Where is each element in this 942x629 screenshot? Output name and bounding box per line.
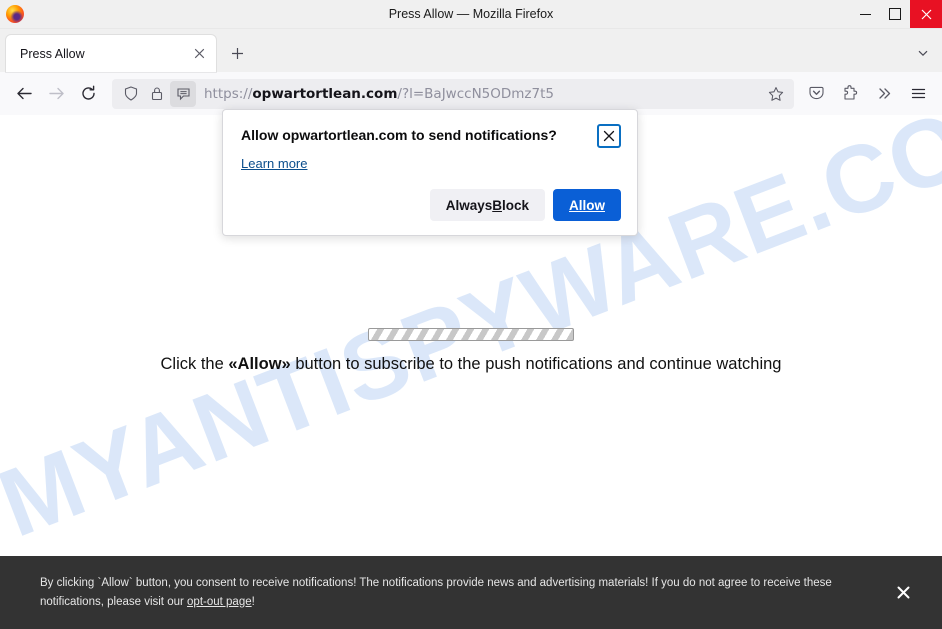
close-icon [921,9,931,19]
consent-text-part1: By clicking `Allow` button, you consent … [40,576,832,608]
maximize-icon [889,8,901,20]
arrow-left-icon [16,87,32,100]
tab-title: Press Allow [20,46,85,61]
site-identity-lock-button[interactable] [144,81,170,107]
reload-button[interactable] [72,78,104,110]
notification-permission-dialog: Allow opwartortlean.com to send notifica… [222,109,638,236]
star-icon [768,86,784,101]
instruction-text: Click the «Allow» button to subscribe to… [0,355,942,374]
instruction-highlight: «Allow» [228,355,291,373]
tracking-protection-shield-button[interactable] [118,81,144,107]
reload-icon [81,85,95,100]
window-controls [850,0,942,28]
maximize-button[interactable] [880,0,910,28]
tab-close-button[interactable] [188,43,210,65]
always-block-accesskey: B [492,197,502,213]
puzzle-piece-icon [843,85,857,100]
back-button[interactable] [8,78,40,110]
overflow-menu-button[interactable] [868,78,900,110]
toolbar-right-buttons [800,78,934,110]
pocket-icon [808,86,824,100]
dialog-title: Allow opwartortlean.com to send notifica… [241,127,557,143]
lock-icon [151,87,163,101]
consent-text-part2: ! [251,595,255,608]
chevron-down-icon [918,50,928,57]
dialog-header: Allow opwartortlean.com to send notifica… [241,124,621,148]
pocket-button[interactable] [800,78,832,110]
new-tab-button[interactable] [222,38,252,68]
close-icon [603,130,615,142]
close-icon [897,586,909,599]
notification-permission-button[interactable] [170,80,196,107]
bookmark-button[interactable] [762,80,790,108]
browser-tab[interactable]: Press Allow [6,35,216,72]
instruction-suffix: button to subscribe to the push notifica… [290,355,782,373]
dialog-actions: Always Block Allow [241,189,621,221]
forward-button[interactable] [40,78,72,110]
list-all-tabs-button[interactable] [908,38,938,68]
consent-banner: By clicking `Allow` button, you consent … [0,556,942,629]
striped-progress-bar-icon [368,328,574,341]
notification-bubble-icon [176,88,190,101]
shield-icon [124,86,138,101]
url-text: https://opwartortlean.com/?l=BaJwccN5ODm… [204,86,762,102]
instruction-prefix: Click the [160,355,229,373]
firefox-logo-icon [6,5,24,23]
minimize-button[interactable] [850,0,880,28]
consent-banner-close-button[interactable] [890,580,916,606]
dialog-close-button[interactable] [597,124,621,148]
arrow-right-icon [48,87,64,100]
double-chevron-right-icon [878,88,890,99]
window-titlebar: Press Allow — Mozilla Firefox [0,0,942,29]
allow-label: Allow [569,197,605,213]
address-bar[interactable]: https://opwartortlean.com/?l=BaJwccN5ODm… [112,78,794,109]
always-block-button[interactable]: Always Block [429,189,545,221]
page-center-content: Click the «Allow» button to subscribe to… [0,328,942,374]
application-menu-button[interactable] [902,78,934,110]
window-title: Press Allow — Mozilla Firefox [388,7,554,21]
opt-out-page-link[interactable]: opt-out page [187,596,252,608]
window-close-button[interactable] [910,0,942,28]
plus-icon [231,47,243,59]
hamburger-menu-icon [911,88,925,99]
tab-strip: Press Allow [0,29,942,72]
allow-button[interactable]: Allow [553,189,621,221]
url-path: /?l=BaJwccN5ODmz7t5 [397,85,554,102]
url-scheme: https:// [204,85,253,102]
close-icon [194,48,204,59]
learn-more-link[interactable]: Learn more [241,156,621,171]
url-domain: opwartortlean.com [252,85,398,102]
consent-banner-text: By clicking `Allow` button, you consent … [40,574,876,612]
extensions-button[interactable] [834,78,866,110]
minimize-icon [859,13,871,15]
